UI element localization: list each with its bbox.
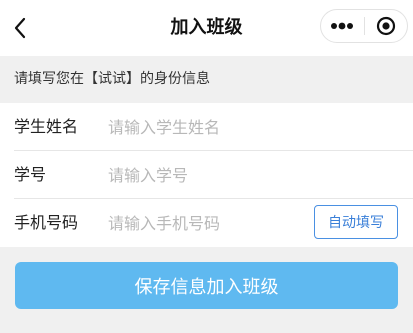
student-name-input[interactable] — [108, 113, 388, 141]
autofill-button[interactable]: 自动填写 — [314, 205, 398, 239]
name-label: 学生姓名 — [14, 117, 79, 136]
phone-label: 手机号码 — [14, 213, 79, 232]
form-row-student-id: 学号 — [0, 151, 413, 199]
form-row-phone: 手机号码 自动填写 — [0, 199, 413, 247]
chevron-left-icon — [14, 17, 26, 39]
navbar: 加入班级 — [0, 0, 413, 56]
close-program-button[interactable] — [365, 10, 408, 42]
more-button[interactable] — [321, 10, 364, 42]
back-button[interactable] — [6, 14, 34, 42]
more-dots-icon — [331, 22, 354, 30]
form-row-name: 学生姓名 — [0, 103, 413, 151]
identity-form: 学生姓名 学号 手机号码 自动填写 — [0, 103, 413, 247]
mini-program-capsule — [320, 9, 408, 43]
phone-input[interactable] — [108, 209, 304, 237]
target-circle-icon — [376, 16, 395, 36]
info-text: 请填写您在【试试】的身份信息 — [14, 71, 210, 87]
save-and-join-button[interactable]: 保存信息加入班级 — [15, 262, 398, 309]
page: 加入班级 请填写您在【试试】的身份信息 学生姓名 请输入学生姓名 学号 请输入学… — [0, 0, 413, 333]
info-banner: 请填写您在【试试】的身份信息 — [0, 56, 413, 103]
student-id-input[interactable] — [108, 161, 388, 189]
student-id-label: 学号 — [14, 165, 47, 184]
